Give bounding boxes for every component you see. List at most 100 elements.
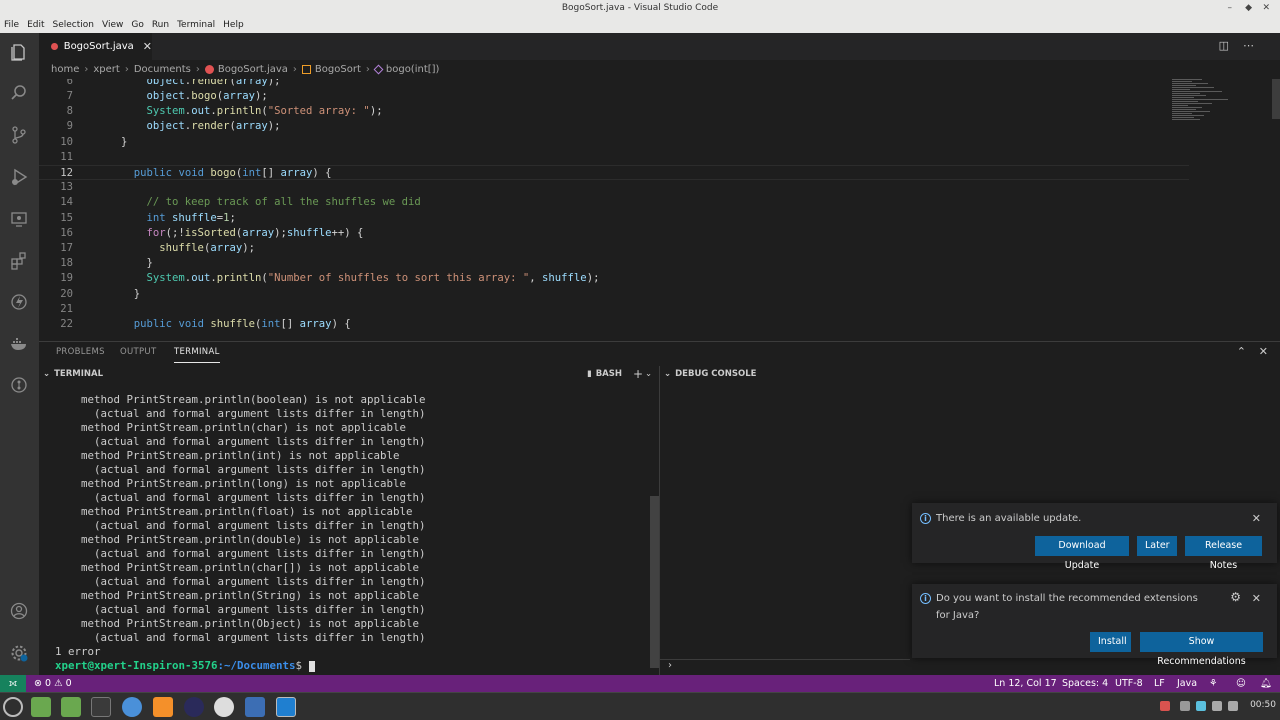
remote-indicator-icon[interactable]: ⟗ <box>0 675 26 692</box>
vscode-app-icon[interactable] <box>276 697 296 717</box>
status-bar: ⟗ ⊗ 0 ⚠ 0 Ln 12, Col 17 Spaces: 4 UTF-8 … <box>0 675 1280 692</box>
docker-icon[interactable] <box>8 333 30 355</box>
breadcrumb-xpert[interactable]: xpert <box>93 64 119 75</box>
indentation[interactable]: Spaces: 4 <box>1062 675 1108 692</box>
menu-run[interactable]: Run <box>152 20 169 30</box>
terminal-line: (actual and formal argument lists differ… <box>55 407 426 420</box>
code-line: 21 <box>60 303 73 315</box>
close-window-icon[interactable]: ✕ <box>1262 0 1270 17</box>
shield-icon[interactable] <box>1196 701 1206 711</box>
editor-tab-bar: BogoSort.java ✕ ◫⋯ <box>39 33 1280 60</box>
feedback-icon[interactable]: ☺ <box>1236 675 1246 692</box>
activity-bar <box>0 33 39 675</box>
shell-selector[interactable]: ▮ BASH <box>587 369 622 379</box>
chevron-down-icon[interactable]: ⌄ <box>43 369 50 379</box>
chevron-down-icon[interactable]: ⌄ <box>645 369 652 379</box>
split-editor-icon[interactable]: ◫ <box>1219 39 1243 52</box>
notifications-bell-icon[interactable]: 🔔︎ <box>1260 675 1272 692</box>
extensions-notification: i Do you want to install the recommended… <box>912 584 1277 667</box>
error-icon: ⊗ <box>34 678 42 689</box>
code-line: 7 object.bogo(array); <box>66 90 268 102</box>
menu-view[interactable]: View <box>102 20 123 30</box>
terminal-line: (actual and formal argument lists differ… <box>55 463 426 476</box>
volume-icon[interactable] <box>1228 701 1238 711</box>
record-icon[interactable] <box>1160 701 1170 711</box>
code-editor[interactable]: 6 object.render(array); 7 object.bogo(ar… <box>39 79 1280 339</box>
terminal-header-label: TERMINAL <box>54 369 104 379</box>
terminal-prompt[interactable]: xpert@xpert-Inspiron-3576:~/Documents$ <box>55 659 315 673</box>
clock[interactable]: 00:50 <box>1250 700 1276 710</box>
breadcrumb: home › xpert › Documents › BogoSort.java › B… <box>39 60 1280 79</box>
close-notification-icon[interactable]: ✕ <box>1252 512 1261 525</box>
maximize-panel-icon[interactable]: ⌃ <box>1237 345 1246 358</box>
tray-app-icon[interactable] <box>1180 701 1190 711</box>
minimap[interactable] <box>1172 79 1232 149</box>
menu-help[interactable]: Help <box>223 20 244 30</box>
language-mode[interactable]: Java <box>1177 675 1197 692</box>
sync-icon[interactable]: ⚘ <box>1209 675 1218 692</box>
extensions-icon[interactable] <box>8 250 30 272</box>
close-panel-icon[interactable]: ✕ <box>1259 345 1268 358</box>
breadcrumb-file[interactable]: BogoSort.java <box>218 64 288 75</box>
maximize-icon[interactable]: ◆ <box>1245 0 1252 17</box>
files-icon[interactable] <box>61 697 81 717</box>
minimize-icon[interactable]: – <box>1228 0 1233 17</box>
tab-bogosort-java[interactable]: BogoSort.java ✕ <box>39 33 152 60</box>
problems-counter[interactable]: ⊗ 0 ⚠ 0 <box>34 675 72 692</box>
menu-file[interactable]: File <box>4 20 19 30</box>
tab-problems[interactable]: PROBLEMS <box>56 347 105 357</box>
tab-terminal[interactable]: TERMINAL <box>174 347 220 363</box>
terminal-line: method PrintStream.println(double) is no… <box>55 533 420 546</box>
terminal-app-icon[interactable] <box>91 697 111 717</box>
cursor-position[interactable]: Ln 12, Col 17 <box>994 675 1057 692</box>
show-desktop-icon[interactable] <box>31 697 51 717</box>
new-terminal-icon[interactable]: + <box>633 367 643 381</box>
start-menu-icon[interactable] <box>3 697 23 717</box>
gitlens-icon[interactable] <box>8 374 30 396</box>
remote-explorer-icon[interactable] <box>8 208 30 230</box>
close-tab-icon[interactable]: ✕ <box>143 40 152 53</box>
breadcrumb-home[interactable]: home <box>51 64 79 75</box>
encoding[interactable]: UTF-8 <box>1115 675 1143 692</box>
gear-icon[interactable]: ⚙ <box>1230 590 1241 604</box>
menu-selection[interactable]: Selection <box>53 20 94 30</box>
network-icon[interactable] <box>1212 701 1222 711</box>
close-notification-icon[interactable]: ✕ <box>1252 592 1261 605</box>
source-control-icon[interactable] <box>8 124 30 146</box>
more-actions-icon[interactable]: ⋯ <box>1243 39 1268 52</box>
breadcrumb-documents[interactable]: Documents <box>134 64 191 75</box>
terminal-line: method PrintStream.println(char) is not … <box>55 421 407 434</box>
tab-output[interactable]: OUTPUT <box>120 347 156 357</box>
menu-go[interactable]: Go <box>131 20 143 30</box>
chevron-right-icon: › <box>195 64 200 75</box>
ide-icon[interactable] <box>245 697 265 717</box>
code-line: 20 } <box>60 288 141 300</box>
download-update-button[interactable]: Download Update <box>1035 536 1129 571</box>
debug-console-input[interactable]: › <box>660 659 910 675</box>
obs-icon[interactable] <box>214 697 234 717</box>
install-button[interactable]: Install <box>1090 632 1131 652</box>
info-icon: i <box>920 513 931 524</box>
terminal-line: (actual and formal argument lists differ… <box>55 547 426 560</box>
search-icon[interactable] <box>8 82 30 104</box>
breadcrumb-class[interactable]: BogoSort <box>315 64 361 75</box>
info-icon: i <box>920 593 931 604</box>
release-notes-button[interactable]: Release Notes <box>1185 536 1262 571</box>
later-button[interactable]: Later <box>1137 536 1177 556</box>
menu-edit[interactable]: Edit <box>27 20 44 30</box>
firefox-icon[interactable] <box>153 697 173 717</box>
live-share-icon[interactable] <box>8 291 30 313</box>
eclipse-icon[interactable] <box>184 697 204 717</box>
account-icon[interactable] <box>8 600 30 622</box>
terminal-output[interactable]: method PrintStream.println(boolean) is n… <box>39 382 660 675</box>
menu-terminal[interactable]: Terminal <box>177 20 215 30</box>
explorer-icon[interactable] <box>8 41 30 63</box>
browser-icon[interactable] <box>122 697 142 717</box>
chevron-down-icon[interactable]: ⌄ <box>664 369 671 379</box>
run-debug-icon[interactable] <box>8 166 30 188</box>
end-of-line[interactable]: LF <box>1154 675 1165 692</box>
manage-gear-icon[interactable] <box>8 642 30 664</box>
breadcrumb-method[interactable]: bogo(int[]) <box>386 64 440 75</box>
editor-scrollbar[interactable] <box>1272 79 1280 119</box>
show-recommendations-button[interactable]: Show Recommendations <box>1140 632 1263 667</box>
